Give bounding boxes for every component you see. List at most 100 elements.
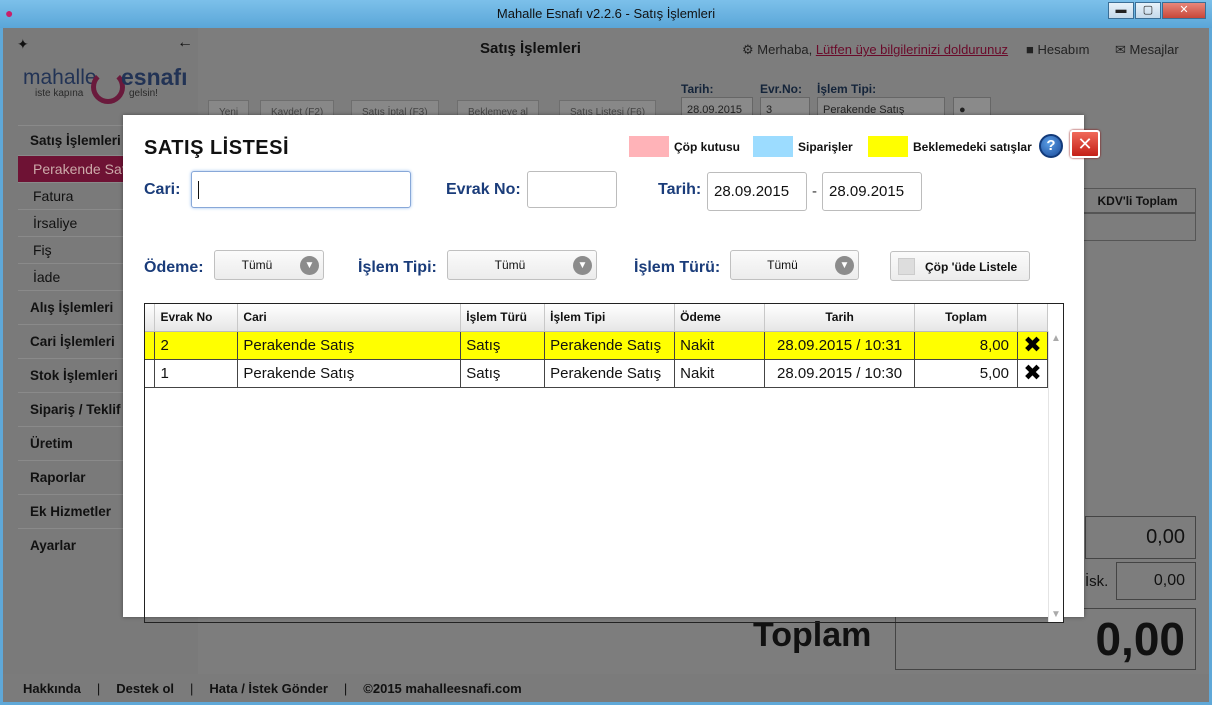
legend-label-trash: Çöp kutusu bbox=[674, 139, 740, 154]
column-header-delete bbox=[1017, 304, 1049, 332]
scroll-down-icon[interactable]: ▼ bbox=[1051, 609, 1061, 620]
column-header-evrak-no[interactable]: Evrak No bbox=[154, 304, 239, 332]
window-close-button[interactable]: ✕ bbox=[1162, 2, 1206, 19]
odeme-label: Ödeme: bbox=[144, 259, 204, 276]
logo-word-mahalle: mahalle bbox=[23, 66, 97, 89]
discount-label: İsk. bbox=[1085, 573, 1109, 590]
cell-islem-tipi: Perakende Satış bbox=[544, 359, 676, 388]
list-trash-label: Çöp 'üde Listele bbox=[925, 260, 1018, 274]
column-header-islem-turu[interactable]: İşlem Türü bbox=[460, 304, 546, 332]
envelope-icon: ✉ bbox=[1115, 42, 1126, 57]
checkbox[interactable] bbox=[898, 258, 915, 275]
legend-swatch-pending bbox=[868, 136, 908, 157]
cell-islem-turu: Satış bbox=[460, 331, 546, 360]
chevron-down-icon: ▼ bbox=[573, 256, 592, 275]
cell-cari: Perakende Satış bbox=[237, 359, 462, 388]
cell-toplam: 8,00 bbox=[914, 331, 1018, 360]
date-to-input[interactable]: 28.09.2015 bbox=[822, 172, 922, 211]
page-title: Satış İşlemleri bbox=[480, 40, 581, 57]
islem-tipi-label: İşlem Tipi: bbox=[817, 82, 877, 96]
kdv-total-header: KDV'li Toplam bbox=[1079, 188, 1196, 213]
delete-x-icon: ✖ bbox=[1023, 359, 1042, 385]
evrno-label: Evr.No: bbox=[760, 82, 803, 96]
delete-row-button[interactable]: ✖ bbox=[1017, 331, 1049, 360]
messages-label: Mesajlar bbox=[1129, 42, 1179, 57]
about-link[interactable]: Hakkında bbox=[23, 681, 81, 696]
cell-cari: Perakende Satış bbox=[237, 331, 462, 360]
text-caret bbox=[198, 181, 199, 199]
table-header-row: Evrak No Cari İşlem Türü İşlem Tipi Ödem… bbox=[145, 304, 1049, 332]
account-label: Hesabım bbox=[1037, 42, 1090, 57]
table-scrollbar[interactable]: ▲ ▼ bbox=[1048, 331, 1063, 622]
cell-evrak-no: 1 bbox=[154, 359, 239, 388]
chevron-down-icon: ▼ bbox=[300, 256, 319, 275]
copyright-text: ©2015 mahalleesnafi.com bbox=[363, 680, 522, 696]
column-header-tarih[interactable]: Tarih bbox=[764, 304, 916, 332]
subtotal-value: 0,00 bbox=[1085, 516, 1196, 559]
column-header-islem-tipi[interactable]: İşlem Tipi bbox=[544, 304, 676, 332]
brand-logo: mahalle esnafı iste kapına gelsin! bbox=[23, 64, 187, 111]
evrak-no-input[interactable] bbox=[527, 171, 617, 208]
footer-bar: Hakkında | Destek ol | Hata / İstek Gönd… bbox=[3, 674, 1209, 702]
help-icon[interactable]: ? bbox=[1039, 134, 1063, 158]
logo-tagline-1: iste kapına bbox=[35, 88, 84, 99]
date-range-separator: - bbox=[812, 183, 817, 200]
column-header-odeme[interactable]: Ödeme bbox=[674, 304, 766, 332]
table-row[interactable]: 1 Perakende Satış Satış Perakende Satış … bbox=[145, 359, 1049, 388]
cell-tarih: 28.09.2015 / 10:30 bbox=[764, 359, 916, 388]
chevron-down-icon: ▼ bbox=[835, 256, 854, 275]
row-indicator bbox=[145, 331, 156, 360]
app-client-area: ✦ ← mahalle esnafı iste kapına gelsin! S… bbox=[3, 28, 1209, 702]
date-from-input[interactable]: 28.09.2015 bbox=[707, 172, 807, 211]
collapse-arrow-icon[interactable]: ← bbox=[177, 34, 193, 52]
dialog-close-button[interactable]: ✕ bbox=[1070, 130, 1100, 158]
islem-turu-filter-value: Tümü bbox=[767, 258, 798, 272]
dialog-title: SATIŞ LİSTESİ bbox=[144, 137, 290, 159]
legend-swatch-trash bbox=[629, 136, 669, 157]
column-header-cari[interactable]: Cari bbox=[237, 304, 462, 332]
sales-list-dialog: SATIŞ LİSTESİ Çöp kutusu Siparişler Bekl… bbox=[123, 115, 1084, 623]
legend-pending: Beklemedeki satışlar bbox=[868, 136, 1032, 157]
evrak-no-label: Evrak No: bbox=[446, 181, 521, 198]
islem-turu-filter-select[interactable]: Tümü ▼ bbox=[730, 250, 859, 280]
cell-islem-turu: Satış bbox=[460, 359, 546, 388]
islem-tipi-filter-value: Tümü bbox=[494, 258, 526, 272]
sales-table: Evrak No Cari İşlem Türü İşlem Tipi Ödem… bbox=[144, 303, 1064, 623]
logo-word-esnafi: esnafı bbox=[121, 64, 188, 90]
delete-row-button[interactable]: ✖ bbox=[1017, 359, 1049, 388]
list-trash-toggle[interactable]: Çöp 'üde Listele bbox=[890, 251, 1030, 281]
discount-value[interactable]: 0,00 bbox=[1116, 562, 1196, 600]
fill-profile-link[interactable]: Lütfen üye bilgilerinizi doldurunuz bbox=[816, 42, 1008, 57]
legend-label-pending: Beklemedeki satışlar bbox=[913, 139, 1032, 154]
tarih-label: Tarih: bbox=[681, 82, 714, 96]
legend-swatch-orders bbox=[753, 136, 793, 157]
maximize-button[interactable]: ▢ bbox=[1135, 2, 1161, 19]
messages-link[interactable]: ✉ Mesajlar bbox=[1115, 42, 1179, 58]
window-controls: ▬ ▢ ✕ bbox=[1107, 2, 1206, 19]
cell-evrak-no: 2 bbox=[154, 331, 239, 360]
kdv-total-row bbox=[1079, 213, 1196, 241]
column-header-toplam[interactable]: Toplam bbox=[914, 304, 1018, 332]
window-titlebar: ● Mahalle Esnafı v2.2.6 - Satış İşlemler… bbox=[0, 0, 1212, 28]
islem-tipi-filter-select[interactable]: Tümü ▼ bbox=[447, 250, 597, 280]
greeting-text: Merhaba, bbox=[757, 42, 813, 57]
odeme-select[interactable]: Tümü ▼ bbox=[214, 250, 324, 280]
odeme-select-value: Tümü bbox=[241, 258, 273, 272]
support-link[interactable]: Destek ol bbox=[116, 681, 174, 696]
row-indicator bbox=[145, 359, 156, 388]
table-row[interactable]: 2 Perakende Satış Satış Perakende Satış … bbox=[145, 331, 1049, 360]
footer-separator: | bbox=[96, 680, 101, 696]
pin-icon[interactable]: ✦ bbox=[17, 36, 29, 53]
minimize-button[interactable]: ▬ bbox=[1108, 2, 1134, 19]
islem-tipi-filter-label: İşlem Tipi: bbox=[358, 259, 437, 276]
user-greeting: ⚙ Merhaba, Lütfen üye bilgilerinizi dold… bbox=[742, 42, 1008, 58]
cell-toplam: 5,00 bbox=[914, 359, 1018, 388]
scroll-up-icon[interactable]: ▲ bbox=[1051, 333, 1061, 344]
cari-input[interactable] bbox=[191, 171, 411, 208]
legend-label-orders: Siparişler bbox=[798, 139, 853, 154]
feedback-link[interactable]: Hata / İstek Gönder bbox=[209, 681, 327, 696]
cari-label: Cari: bbox=[144, 181, 181, 198]
account-link[interactable]: ■ Hesabım bbox=[1026, 42, 1090, 57]
cell-tarih: 28.09.2015 / 10:31 bbox=[764, 331, 916, 360]
row-indicator-header bbox=[145, 304, 156, 332]
